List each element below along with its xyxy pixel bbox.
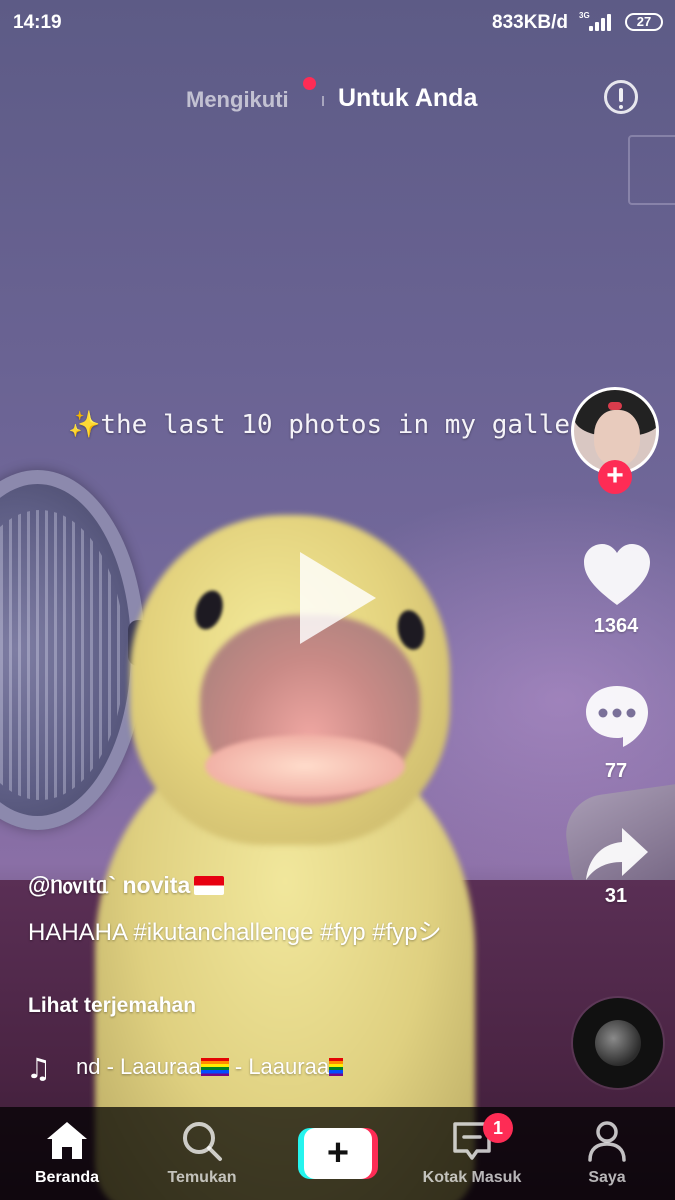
nav-discover-label: Temukan: [167, 1169, 237, 1186]
nav-discover[interactable]: Temukan: [137, 1107, 267, 1200]
video-overlay-caption: ✨the last 10 photos in my gallery: [68, 410, 601, 440]
home-icon: [47, 1122, 87, 1159]
wall-switch-image: [628, 135, 675, 205]
post-description: HAHAHA #ikutanchallenge #fyp #fypシ: [28, 919, 442, 946]
follow-button[interactable]: +: [598, 460, 632, 494]
rainbow-flag-icon: [200, 1058, 229, 1076]
music-title-part2: - Laauraa: [228, 1054, 330, 1079]
username-text: @ᥒ᥆᥎ιtᥲ` novita: [28, 872, 191, 898]
battery-icon: 27: [625, 13, 663, 31]
nav-home[interactable]: Beranda: [2, 1107, 132, 1200]
tab-for-you[interactable]: Untuk Anda: [338, 84, 477, 113]
music-disc-cover: [595, 1020, 641, 1066]
alert-icon[interactable]: [604, 80, 638, 114]
music-title[interactable]: nd - Laauraa - Laauraa: [76, 1054, 376, 1080]
share-count: 31: [604, 885, 628, 907]
music-note-icon: ♫: [26, 1052, 52, 1085]
creator-username[interactable]: @ᥒ᥆᥎ιtᥲ` novita: [28, 872, 225, 900]
music-title-part1: nd - Laauraa: [76, 1054, 201, 1079]
search-icon: [183, 1122, 222, 1161]
comment-icon[interactable]: [583, 683, 651, 749]
heart-icon[interactable]: [582, 542, 652, 608]
duck-mouth-image: [205, 735, 405, 797]
tab-following[interactable]: Mengikuti: [186, 87, 289, 113]
nav-home-label: Beranda: [34, 1169, 100, 1186]
nav-inbox-label: Kotak Masuk: [422, 1169, 522, 1186]
share-icon[interactable]: [584, 824, 650, 884]
status-time: 14:19: [13, 12, 62, 33]
create-button[interactable]: +: [298, 1128, 378, 1179]
create-plus-icon: +: [304, 1128, 372, 1179]
profile-icon: [588, 1121, 626, 1162]
rainbow-flag-icon: [329, 1058, 344, 1076]
status-bar: 14:19 833KB/d 3G 27: [0, 0, 675, 46]
comment-count: 77: [604, 760, 628, 782]
like-count: 1364: [593, 615, 639, 637]
following-notification-dot: [303, 77, 316, 90]
signal-icon: [587, 13, 615, 31]
nav-profile-label: Saya: [588, 1169, 626, 1186]
sparkle-icon: ✨: [68, 410, 101, 440]
network-speed: 833KB/d: [492, 12, 569, 33]
play-icon[interactable]: [300, 552, 376, 644]
tab-divider: [322, 96, 324, 106]
translate-link[interactable]: Lihat terjemahan: [28, 994, 196, 1018]
nav-inbox[interactable]: Kotak Masuk: [407, 1107, 537, 1200]
inbox-badge: 1: [483, 1113, 513, 1143]
overlay-caption-text: the last 10 photos in my gallery: [100, 410, 602, 440]
flag-icon: [194, 876, 225, 895]
nav-profile[interactable]: Saya: [542, 1107, 672, 1200]
